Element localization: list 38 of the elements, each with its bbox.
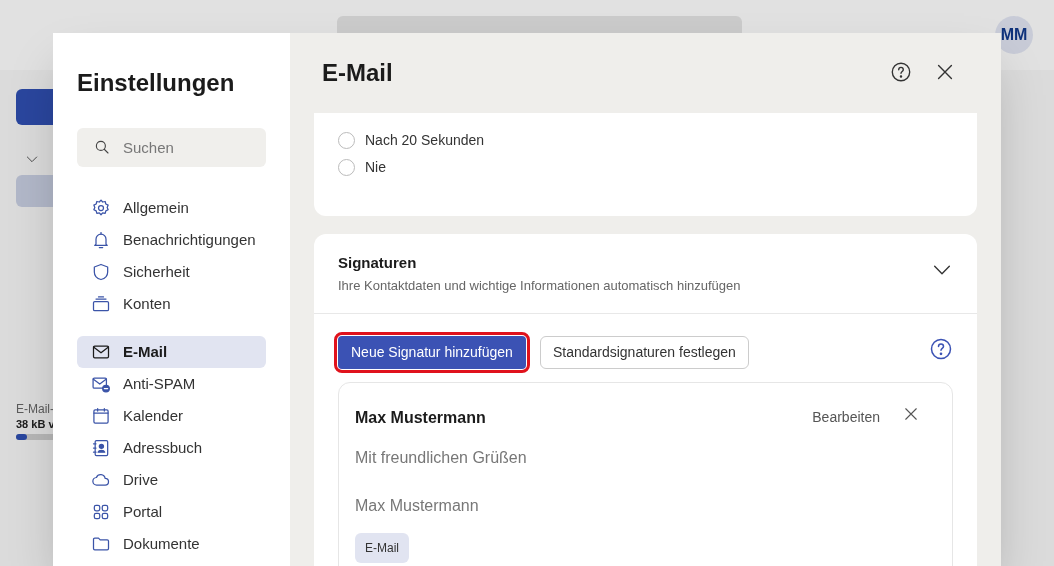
- nav-item[interactable]: Drive: [77, 464, 266, 496]
- new-mail-button[interactable]: [16, 89, 56, 125]
- search-field[interactable]: Suchen: [77, 128, 266, 167]
- nav-item[interactable]: Portal: [77, 496, 266, 528]
- default-signatures-button[interactable]: Standardsignaturen festlegen: [539, 336, 749, 369]
- section-title: Signaturen: [338, 252, 418, 273]
- gear-icon: [91, 198, 111, 218]
- nav-item[interactable]: Sicherheit: [77, 256, 266, 288]
- radio-option[interactable]: Nach 20 Sekunden: [338, 127, 953, 154]
- storage-label: E-Mail-: [16, 401, 54, 418]
- search-icon: [93, 138, 111, 156]
- panel-title: E-Mail: [322, 58, 394, 88]
- signature-name: Max Mustermann: [355, 407, 487, 428]
- nav-item[interactable]: Allgemein: [77, 192, 266, 224]
- nav-item[interactable]: Dokumente: [77, 528, 266, 560]
- signature-text: Max Mustermann: [355, 496, 480, 516]
- calendar-icon: [91, 406, 111, 426]
- help-icon: [929, 337, 953, 361]
- user-avatar[interactable]: MM: [995, 16, 1033, 54]
- stacked-tray-icon: [91, 294, 111, 314]
- nav-item[interactable]: E-Mail: [77, 336, 266, 368]
- radio-option[interactable]: Nie: [338, 154, 953, 181]
- signature-text: Mit freundlichen Grüßen: [355, 448, 528, 468]
- nav-item[interactable]: Anti-SPAM: [77, 368, 266, 400]
- shield-icon: [91, 262, 111, 282]
- edit-button[interactable]: Bearbeiten: [812, 407, 880, 428]
- help-icon: [890, 61, 912, 83]
- nav-item[interactable]: Benachrichtigungen: [77, 224, 266, 256]
- nav-item[interactable]: Kalender: [77, 400, 266, 432]
- section-subtitle: Ihre Kontaktdaten und wichtige Informationen automatisch hinzufügen: [338, 277, 742, 295]
- contact-card-icon: [91, 438, 111, 458]
- bell-icon: [91, 230, 111, 250]
- settings-title: Einstellungen: [77, 68, 236, 98]
- nav-item[interactable]: Adressbuch: [77, 432, 266, 464]
- grid-icon: [91, 502, 111, 522]
- nav-item[interactable]: Konten: [77, 288, 266, 320]
- signature-tag: E-Mail: [355, 533, 409, 563]
- close-icon: [902, 405, 920, 423]
